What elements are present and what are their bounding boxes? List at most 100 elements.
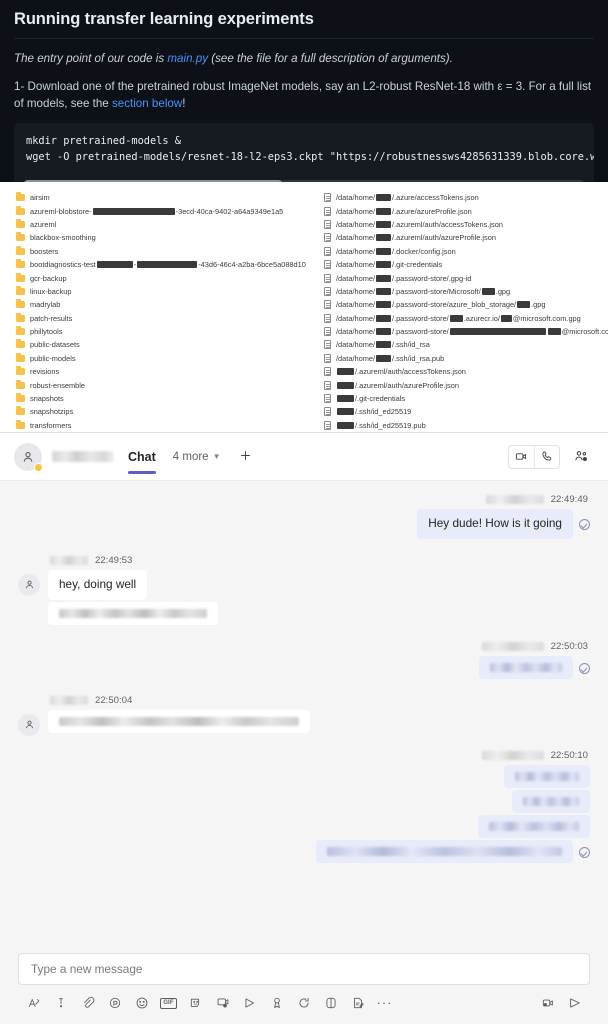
file-row[interactable]: /data/home//.ssh/id_rsa [324,338,608,351]
folder-row[interactable]: public-datasets [16,338,318,351]
giphy-icon[interactable]: GIF [155,992,182,1014]
file-row[interactable]: /data/home//.password-store/.azurecr.io/… [324,312,608,325]
code-block[interactable]: mkdir pretrained-models & wget -O pretra… [14,123,594,182]
file-row[interactable]: /data/home//.docker/config.json [324,245,608,258]
folder-row[interactable]: public-models [16,352,318,365]
folder-icon [16,406,25,416]
message-bubble-row [512,789,590,815]
tab-chat[interactable]: Chat [128,433,156,481]
file-row[interactable]: /data/home//.ssh/id_rsa.pub [324,352,608,365]
urgent-icon[interactable] [47,992,74,1014]
file-path-label: /.azureml/auth/accessTokens.json [336,367,466,376]
folder-row[interactable]: airsim [16,191,318,204]
message-list[interactable]: 22:49:49 Hey dude! How is it going 22:49:5… [0,481,608,945]
folder-row[interactable]: blackbox-smoothing [16,231,318,244]
file-row[interactable]: /data/home//.git-credentials [324,258,608,271]
message-bubble[interactable] [48,709,310,733]
redacted-text [376,247,392,255]
file-row[interactable]: /data/home//.password-store/Microsoft/.g… [324,285,608,298]
message-column: 22:49:49 Hey dude! How is it going [417,494,590,541]
loop-icon[interactable] [101,992,128,1014]
document-icon [324,273,331,283]
folder-row[interactable]: phillytools [16,325,318,338]
redacted-text [376,220,392,228]
file-row[interactable]: /data/home//.azure/azureProfile.json [324,204,608,217]
code-horizontal-scrollbar[interactable] [24,180,584,182]
message-bubble[interactable] [316,839,573,863]
folder-label: boosters [30,246,59,256]
format-icon[interactable] [20,992,47,1014]
folder-row[interactable]: patch-results [16,312,318,325]
more-options-icon[interactable]: ··· [371,992,398,1014]
message-bubble[interactable]: hey, doing well [48,569,148,600]
more-tabs-button[interactable]: 4 more ▼ [173,451,221,463]
folder-row[interactable]: azureml-blobstore- -3ecd-40ca-9402-a64a93… [16,204,318,217]
folder-row[interactable]: robust-ensemble [16,378,318,391]
message-bubble[interactable] [478,814,590,838]
redacted-message-text [523,796,579,806]
message-bubble-row [48,709,310,735]
document-icon [324,407,331,417]
message-bubble[interactable] [479,655,573,679]
file-row[interactable]: /data/home//.password-store/.gpg-id [324,271,608,284]
folder-row[interactable]: boosters [16,245,318,258]
redacted-text [376,341,392,349]
video-call-button[interactable] [509,446,534,468]
file-row[interactable]: /data/home//.azure/accessTokens.json [324,191,608,204]
message-bubble-row [479,655,590,681]
apps-icon[interactable] [317,992,344,1014]
emoji-icon[interactable] [128,992,155,1014]
folder-row[interactable]: azureml [16,218,318,231]
message-input[interactable] [31,962,577,976]
message-bubble[interactable] [504,764,590,788]
message-input-box[interactable] [18,953,590,985]
file-row[interactable]: /.ssh/id_ed25519 [324,405,608,418]
file-row[interactable]: /.git-credentials [324,392,608,405]
add-people-button[interactable] [568,446,594,468]
video-message-icon[interactable] [534,992,561,1014]
sender-name [485,495,544,504]
folder-row[interactable]: transformers [16,419,318,432]
audio-call-button[interactable] [534,445,559,468]
folder-row[interactable]: bootdiagnostics-test - -43d6-46c4-a2ba-6bc… [16,258,318,271]
folder-row[interactable]: revisions [16,365,318,378]
file-row[interactable]: /data/home//.azureml/auth/azureProfile.j… [324,231,608,244]
recent-icon[interactable] [290,992,317,1014]
file-row[interactable]: /data/home//.azureml/auth/accessTokens.j… [324,218,608,231]
folder-row[interactable]: madrylab [16,298,318,311]
section-below-link[interactable]: section below [112,97,182,110]
file-row[interactable]: /.azureml/auth/azureProfile.json [324,378,608,391]
redacted-text [449,314,463,322]
avatar [14,442,43,472]
meet-now-icon[interactable] [209,992,236,1014]
folder-row[interactable]: snapshots [16,392,318,405]
file-row[interactable]: /data/home//.password-store/@microsoft.c… [324,325,608,338]
folder-row[interactable]: linux-backup [16,285,318,298]
praise-icon[interactable] [263,992,290,1014]
scrollbar-thumb[interactable] [24,180,282,182]
folder-icon [16,218,25,228]
file-row[interactable]: /data/home//.password-store/azure_blob_s… [324,298,608,311]
folder-label: airsim [30,193,50,203]
folder-row[interactable]: gcr-backup [16,271,318,284]
redacted-message-text [59,716,299,726]
doc-step-text: 1- Download one of the pretrained robust… [14,80,592,111]
file-row[interactable]: /.ssh/id_ed25519.pub [324,419,608,432]
send-icon[interactable] [561,992,588,1014]
file-row[interactable]: /.azureml/auth/accessTokens.json [324,365,608,378]
attach-icon[interactable] [74,992,101,1014]
approvals-icon[interactable] [344,992,371,1014]
message-timestamp: 22:50:04 [95,694,133,706]
document-icon [324,260,331,270]
sticker-icon[interactable] [182,992,209,1014]
message-bubble[interactable] [512,789,590,813]
document-icon [324,420,331,430]
folder-label: public-models [30,353,76,363]
main-py-link[interactable]: main.py [167,52,208,65]
stream-icon[interactable] [236,992,263,1014]
folder-row[interactable]: snapshotzips [16,405,318,418]
message-bubble[interactable] [48,601,218,625]
message-bubble-row [48,601,218,627]
add-tab-button[interactable] [239,448,252,465]
message-bubble[interactable]: Hey dude! How is it going [417,509,573,539]
